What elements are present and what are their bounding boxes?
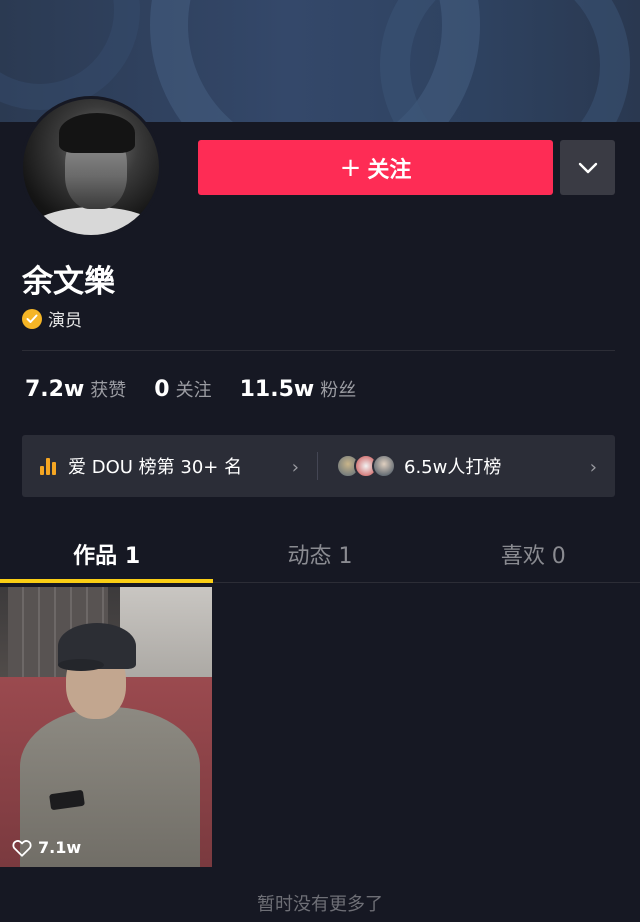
dou-rank-link[interactable]: 爱 DOU 榜第 30+ 名 ›: [22, 435, 317, 497]
video-thumbnail[interactable]: 7.1w: [0, 587, 212, 867]
no-more-text: 暂时没有更多了: [257, 894, 383, 915]
profile-stats: 7.2w 获赞 0 关注 11.5w 粉丝: [25, 376, 384, 402]
avatar[interactable]: [20, 96, 162, 238]
tab-activity[interactable]: 动态 1: [213, 525, 426, 582]
stat-followers[interactable]: 11.5w 粉丝: [240, 376, 357, 402]
supporters-link[interactable]: 6.5w人打榜 ›: [318, 435, 615, 497]
heart-icon: [12, 839, 32, 857]
more-options-button[interactable]: [560, 140, 615, 195]
stat-value: 0: [154, 377, 170, 402]
chevron-right-icon: ›: [589, 457, 597, 478]
video-likes-count: 7.1w: [38, 838, 82, 857]
profile-name: 余文樂: [22, 264, 115, 300]
follow-button[interactable]: + 关注: [198, 140, 553, 195]
stat-label: 粉丝: [320, 380, 357, 401]
stat-likes: 7.2w 获赞: [25, 376, 126, 402]
chevron-down-icon: [578, 162, 597, 173]
role-label: 演员: [48, 311, 82, 331]
stat-label: 获赞: [90, 380, 127, 401]
profile-tabs: 作品 1 动态 1 喜欢 0: [0, 525, 640, 583]
follow-label: 关注: [367, 157, 412, 183]
tab-works[interactable]: 作品 1: [0, 525, 214, 583]
chevron-right-icon: ›: [291, 457, 299, 478]
video-likes: 7.1w: [12, 838, 81, 857]
stat-label: 关注: [175, 380, 212, 401]
supporters-text: 6.5w人打榜: [404, 457, 502, 478]
tab-likes[interactable]: 喜欢 0: [427, 525, 640, 582]
stat-value: 11.5w: [239, 377, 315, 402]
dou-rank-text: 爱 DOU 榜第 30+ 名: [68, 457, 243, 478]
verified-role: 演员: [22, 306, 82, 331]
plus-icon: +: [339, 152, 362, 183]
bar-chart-icon: [40, 457, 58, 475]
stat-following[interactable]: 0 关注: [154, 376, 211, 402]
divider: [22, 350, 615, 351]
rank-bar: 爱 DOU 榜第 30+ 名 › 6.5w人打榜 ›: [22, 435, 615, 497]
supporter-avatar: [372, 454, 396, 478]
stat-value: 7.2w: [25, 377, 85, 402]
verified-check-icon: [22, 308, 42, 329]
